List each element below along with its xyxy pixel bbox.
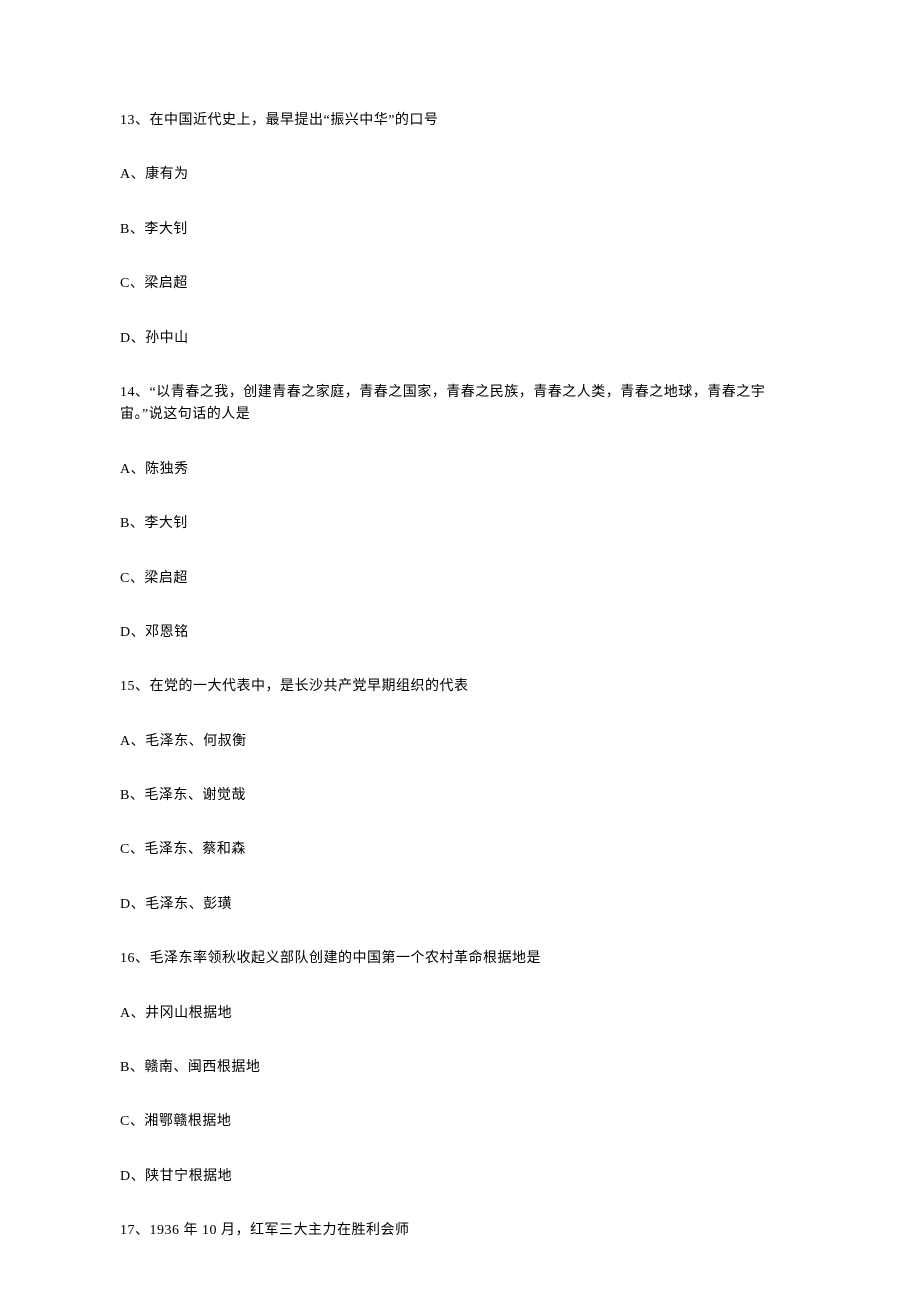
- option: B、李大钊: [120, 219, 800, 241]
- question-text: 14、“以青春之我，创建青春之家庭，青春之国家，青春之民族，青春之人类，青春之地…: [120, 382, 800, 427]
- option-text: C、毛泽东、蔡和森: [120, 839, 800, 861]
- option: D、陕甘宁根据地: [120, 1166, 800, 1188]
- question-text: 16、毛泽东率领秋收起义部队创建的中国第一个农村革命根据地是: [120, 948, 800, 970]
- question-text: 17、1936 年 10 月，红军三大主力在胜利会师: [120, 1220, 800, 1242]
- option: C、梁启超: [120, 568, 800, 590]
- option: A、毛泽东、何叔衡: [120, 731, 800, 753]
- option-text: A、康有为: [120, 164, 800, 186]
- question-prompt: 17、1936 年 10 月，红军三大主力在胜利会师: [120, 1220, 800, 1242]
- question-prompt: 13、在中国近代史上，最早提出“振兴中华”的口号: [120, 110, 800, 132]
- question-prompt: 15、在党的一大代表中，是长沙共产党早期组织的代表: [120, 676, 800, 698]
- option-text: A、井冈山根据地: [120, 1003, 800, 1025]
- document-content: 13、在中国近代史上，最早提出“振兴中华”的口号 A、康有为 B、李大钊 C、梁启超 D…: [120, 110, 800, 1243]
- option-text: D、毛泽东、彭璜: [120, 894, 800, 916]
- option: B、李大钊: [120, 513, 800, 535]
- question-prompt: 14、“以青春之我，创建青春之家庭，青春之国家，青春之民族，青春之人类，青春之地…: [120, 382, 800, 427]
- question-text: 15、在党的一大代表中，是长沙共产党早期组织的代表: [120, 676, 800, 698]
- option: D、邓恩铭: [120, 622, 800, 644]
- option: D、毛泽东、彭璜: [120, 894, 800, 916]
- option: B、赣南、闽西根据地: [120, 1057, 800, 1079]
- option-text: B、李大钊: [120, 219, 800, 241]
- option-text: C、湘鄂赣根据地: [120, 1111, 800, 1133]
- option-text: D、陕甘宁根据地: [120, 1166, 800, 1188]
- option: A、陈独秀: [120, 459, 800, 481]
- option-text: C、梁启超: [120, 568, 800, 590]
- option-text: B、赣南、闽西根据地: [120, 1057, 800, 1079]
- question-prompt: 16、毛泽东率领秋收起义部队创建的中国第一个农村革命根据地是: [120, 948, 800, 970]
- question-text: 13、在中国近代史上，最早提出“振兴中华”的口号: [120, 110, 800, 132]
- option-text: A、陈独秀: [120, 459, 800, 481]
- option: C、湘鄂赣根据地: [120, 1111, 800, 1133]
- option-text: B、李大钊: [120, 513, 800, 535]
- option: C、梁启超: [120, 273, 800, 295]
- option: A、康有为: [120, 164, 800, 186]
- option: C、毛泽东、蔡和森: [120, 839, 800, 861]
- option-text: D、孙中山: [120, 328, 800, 350]
- option: A、井冈山根据地: [120, 1003, 800, 1025]
- option-text: C、梁启超: [120, 273, 800, 295]
- option: D、孙中山: [120, 328, 800, 350]
- option: B、毛泽东、谢觉哉: [120, 785, 800, 807]
- option-text: B、毛泽东、谢觉哉: [120, 785, 800, 807]
- option-text: A、毛泽东、何叔衡: [120, 731, 800, 753]
- option-text: D、邓恩铭: [120, 622, 800, 644]
